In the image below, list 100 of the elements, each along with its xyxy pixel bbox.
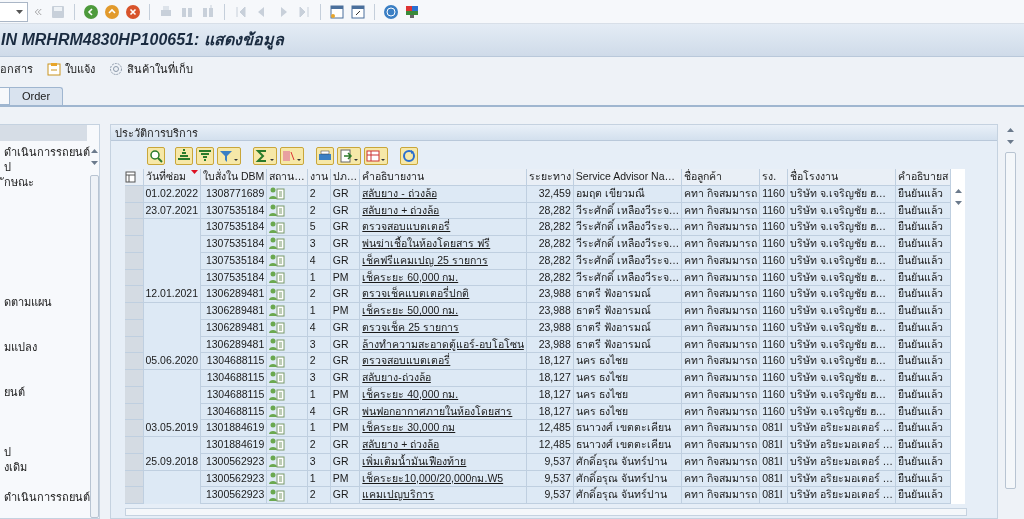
person-document-icon[interactable] [269,421,286,435]
table-cell: GR [330,403,360,420]
tree-item[interactable]: ยนต์ [0,385,90,400]
scrollbar-track[interactable] [90,175,99,518]
task-link[interactable]: ตรวจเช็ค 25 รายการ [362,320,459,333]
task-link[interactable]: เพิ่มเติมน้ำมันเฟืองท้าย [362,454,467,467]
column-header[interactable]: งาน [307,169,331,186]
back-icon[interactable] [83,3,99,20]
person-document-icon[interactable] [269,287,286,301]
table-cell: 9,537 [526,453,574,470]
print-icon[interactable] [316,147,334,165]
tree-item[interactable]: ดำเนินการรถยนต์ [0,490,90,505]
help-icon[interactable] [383,3,399,20]
task-link[interactable]: เช็คระยะ 50,000 กม. [362,304,459,316]
column-header[interactable]: วันที่ซ่อม [143,169,201,186]
task-link[interactable]: เช็คระยะ 40,000 กม. [362,387,459,400]
person-document-icon[interactable] [269,304,286,318]
column-header[interactable]: ใบสั่งใน DBM [200,169,267,186]
column-settings-icon[interactable] [125,170,137,183]
table-cell: คทา กิจสมมารถ [681,202,760,219]
table-cell: ยืนยันแล้ว [895,202,951,219]
task-link[interactable]: สลับยาง - ถ่วงล้อ [362,186,437,199]
sort-descending-icon[interactable] [196,147,214,165]
cancel-icon[interactable] [125,3,141,20]
task-link[interactable]: ตรวจเช็คแบตเตอรี่ปกติ [362,287,470,300]
task-link[interactable]: พ่นฆ่าเชื้อในห้องโดยสาร ฟรี [362,237,491,249]
sum-icon[interactable] [253,147,277,165]
task-link[interactable]: เช็คระยะ 60,000 กม. [362,270,459,283]
tree-item[interactable]: ป [0,445,90,460]
person-document-icon[interactable] [269,237,286,251]
monitor-icon[interactable] [404,3,420,20]
person-document-icon[interactable] [269,404,286,418]
table-cell: PM [330,269,360,286]
person-document-icon[interactable] [269,455,286,469]
task-link[interactable]: สลับยาง + ถ่วงล้อ [362,438,440,450]
table-cell: บริษัท จ.เจริญชัย ฮ… [787,285,896,303]
filter-icon[interactable] [217,147,241,165]
column-header[interactable]: ชื่อลูกค้า [681,169,760,186]
table-cell: 12,485 [526,436,574,454]
person-document-icon[interactable] [269,220,286,234]
details-icon[interactable] [147,147,165,165]
toolbar-button[interactable]: สินค้าในที่เก็บ [109,60,193,78]
table-cell: 1300562923 [200,453,267,470]
task-link[interactable]: แคมเปญบริการ [362,488,435,501]
person-document-icon[interactable] [269,438,286,452]
person-document-icon[interactable] [269,337,286,351]
subtotal-icon[interactable] [280,147,304,165]
column-header[interactable]: Service Advisor Na… [573,169,682,186]
person-document-icon[interactable] [269,187,286,201]
toolbar-button[interactable]: ใบแจ้ง [47,60,95,78]
column-header[interactable]: สถาน… [266,169,308,186]
task-link[interactable]: เช็คระยะ 30,000 กม [362,421,456,434]
save-icon[interactable] [50,3,66,20]
new-window-icon[interactable] [329,3,345,20]
column-header[interactable]: คำอธิบายส [895,169,951,186]
tab[interactable]: Order [10,87,64,105]
task-link[interactable]: เช็คฟรีแคมเปญ 25 รายการ [362,253,488,266]
person-document-icon[interactable] [269,354,286,368]
toolbar-button[interactable]: อกสาร [0,60,33,78]
tree-item[interactable]: ักษณะ [0,175,90,190]
command-field[interactable] [0,1,28,22]
column-header[interactable]: คำอธิบายงาน [359,169,527,186]
tree-item[interactable]: ดำเนินการรถยนต์ [0,145,90,160]
layout-icon[interactable] [364,147,388,165]
horizontal-scrollbar[interactable] [125,508,967,516]
table-cell: 1160 [759,252,788,269]
column-header[interactable]: ชื่อโรงงาน [787,169,896,186]
tab[interactable] [0,87,10,105]
tree-item[interactable]: ป [0,160,90,175]
task-link[interactable]: ตรวจสอบแบตเตอรี่ [362,354,451,367]
task-link[interactable]: สลับยาง-ถ่วงล้อ [362,371,431,383]
task-link[interactable]: พ่นฟอกอากาศภายในห้องโดยสาร [362,404,513,417]
person-document-icon[interactable] [269,270,286,284]
task-link[interactable]: ล้างทำความสะอาดตู้แอร์-อบโอโซน [362,337,524,350]
shortcut-icon[interactable] [350,3,366,20]
refresh-icon[interactable] [400,147,418,165]
tree-item[interactable]: งเดิม [0,460,90,475]
exit-icon[interactable] [104,3,120,20]
task-link[interactable]: สลับยาง + ถ่วงล้อ [362,203,440,216]
person-document-icon[interactable] [269,371,286,385]
tree-item[interactable]: มแปลง [0,340,90,355]
export-icon[interactable] [337,147,361,165]
person-document-icon[interactable] [269,471,286,485]
table-cell: 18,127 [526,386,574,403]
column-header[interactable]: ระยะทาง [526,169,574,186]
column-header[interactable]: รง. [759,169,788,186]
task-link[interactable]: ตรวจสอบแบตเตอรี่ [362,220,451,233]
sort-ascending-icon[interactable] [175,147,193,165]
task-link[interactable]: เช็คระยะ10,000/20,000กม.W5 [362,471,504,484]
tree-item[interactable]: ดตามแผน [0,295,90,310]
table-cell: GR [330,336,360,353]
person-document-icon[interactable] [269,488,286,502]
person-document-icon[interactable] [269,203,286,217]
column-header[interactable]: ปภ… [330,169,360,186]
person-document-icon[interactable] [269,254,286,268]
person-document-icon[interactable] [269,321,286,335]
person-document-icon[interactable] [269,388,286,402]
table-cell: ศักดิ์อรุณ จันทร์ปาน [573,470,682,487]
table-cell: 1304688115 [200,403,267,420]
table-cell: คทา กิจสมมารถ [681,235,760,253]
